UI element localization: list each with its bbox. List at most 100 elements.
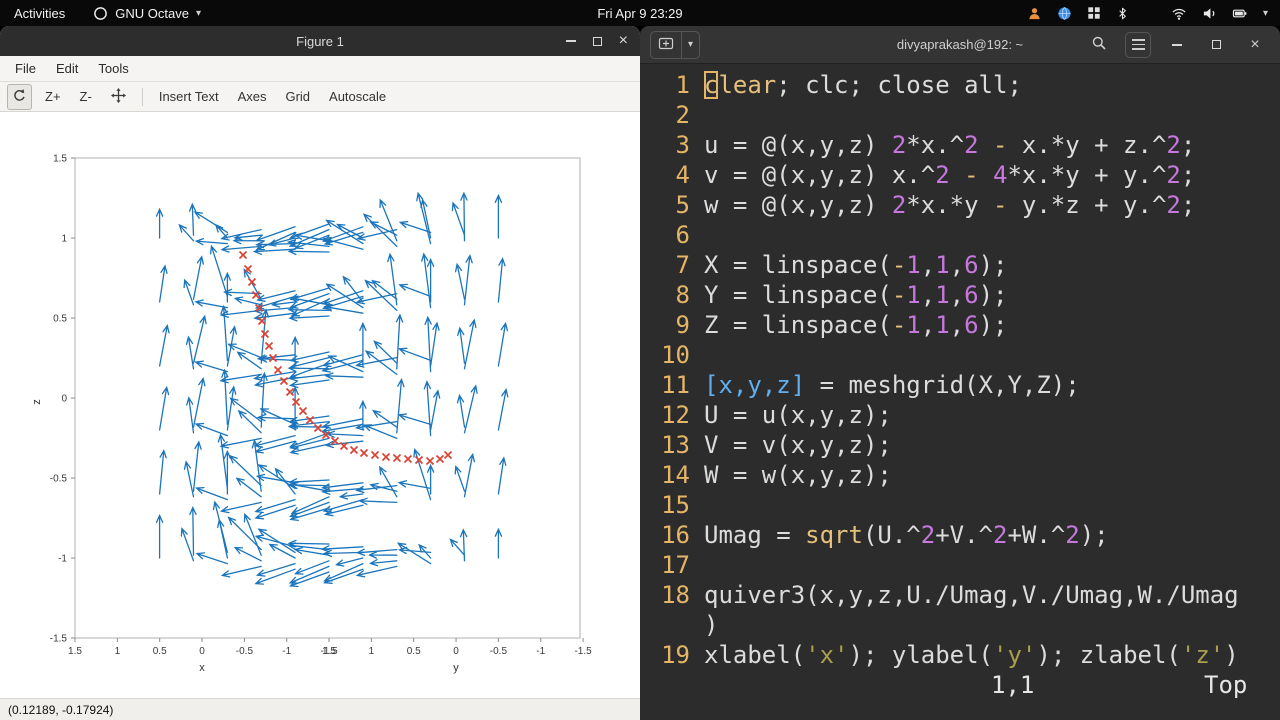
- maximize-button[interactable]: [1203, 32, 1229, 58]
- tick-label: -1.5: [574, 646, 592, 657]
- tab-controls: ▾: [650, 30, 701, 59]
- plot-svg[interactable]: 1.510.50-0.5-1-1.51.5 1 0.5 0 -0.5 -1 -1.51.5 1…: [0, 112, 640, 698]
- tick-label: 1: [115, 646, 121, 657]
- tab-list-chevron-icon[interactable]: ▾: [681, 31, 699, 58]
- octave-app-icon: [93, 6, 108, 21]
- terminal-line: 15: [661, 491, 690, 519]
- quiver-arrows: [155, 191, 509, 588]
- pan-tool-button[interactable]: [105, 85, 132, 109]
- zoom-out-button[interactable]: Z-: [74, 86, 98, 107]
- tick-label: 0.5: [407, 646, 421, 657]
- terminal-line: 18 quiver3(x,y,z,U./Umag,V./Umag,W./Umag: [661, 581, 1239, 609]
- terminal-lines: 1 clear; clc; close all; 2 3 u = @(x,y,z) 2*…: [646, 70, 1280, 670]
- tick-label: -1: [58, 554, 67, 565]
- tick-label: -1: [536, 646, 545, 657]
- rotate-icon: [12, 88, 27, 106]
- tick-label: -0.5: [50, 474, 68, 485]
- terminal-line: 19 xlabel('x'); ylabel('y'); zlabel('z'): [661, 641, 1239, 669]
- window-title: Figure 1: [296, 33, 344, 49]
- tick-label: -0.5: [490, 646, 508, 657]
- tick-label: -1: [282, 646, 291, 657]
- maximize-button[interactable]: [592, 36, 602, 46]
- terminal-line: 2: [675, 101, 690, 129]
- figure-window: Figure 1 × File Edit Tools Z+ Z- Insert …: [0, 26, 640, 720]
- rotate-tool-button[interactable]: [7, 83, 32, 110]
- terminal-line: 13 V = v(x,y,z);: [661, 431, 892, 459]
- menu-file[interactable]: File: [6, 59, 45, 78]
- tick-label: -0.5: [236, 646, 254, 657]
- grid-button[interactable]: Grid: [279, 86, 316, 107]
- search-icon: [1091, 35, 1107, 54]
- activities-button[interactable]: Activities: [14, 6, 65, 21]
- tick-label: 0: [61, 394, 67, 405]
- cursor-position: 1,1: [991, 671, 1035, 699]
- terminal-body[interactable]: 1 clear; clc; close all; 2 3 u = @(x,y,z) 2*…: [640, 64, 1280, 720]
- volume-icon[interactable]: [1202, 6, 1217, 21]
- tick-label: 0.5: [53, 314, 67, 325]
- terminal-line: 14 W = w(x,y,z);: [661, 461, 892, 489]
- z-axis-label: z: [31, 399, 43, 405]
- figure-toolbar: Z+ Z- Insert Text Axes Grid Autoscale: [0, 82, 640, 112]
- bluetooth-icon[interactable]: [1116, 6, 1129, 21]
- search-button[interactable]: [1086, 32, 1112, 58]
- menu-edit[interactable]: Edit: [47, 59, 87, 78]
- hamburger-icon: [1131, 39, 1145, 50]
- minimize-button[interactable]: [1164, 32, 1190, 58]
- terminal-line: 6: [675, 221, 690, 249]
- pan-icon: [110, 87, 126, 106]
- terminal-line: 4v = @(x,y,z) x.^2 - 4*x.*y + y.^2;: [675, 161, 1196, 189]
- battery-icon[interactable]: [1232, 6, 1248, 21]
- clock[interactable]: Fri Apr 9 23:29: [597, 6, 682, 21]
- terminal-line: 3u = @(x,y,z) 2*x.^2 - x.*y + z.^2;: [675, 131, 1196, 159]
- app-grid-icon[interactable]: [1087, 6, 1101, 20]
- scroll-position: Top: [1204, 671, 1248, 699]
- window-title: divyaprakash@192: ~: [896, 37, 1024, 52]
- tick-label: 1.5: [322, 646, 336, 657]
- app-menu[interactable]: GNU Octave ▾: [93, 6, 201, 21]
- tick-label: -1.5: [50, 634, 68, 645]
- terminal-line: 12 U = u(x,y,z);: [661, 401, 892, 429]
- autoscale-button[interactable]: Autoscale: [323, 86, 392, 107]
- tick-label: 1: [61, 234, 67, 245]
- terminal-line: ): [704, 611, 719, 639]
- minimize-button[interactable]: [565, 40, 576, 42]
- terminal-line: 1 clear; clc; close all;: [675, 71, 1022, 99]
- app-menu-label: GNU Octave: [115, 5, 189, 21]
- figure-menubar: File Edit Tools: [0, 56, 640, 82]
- terminal-headerbar[interactable]: ▾ divyaprakash@192: ~ ×: [640, 26, 1280, 64]
- tick-label: 0: [199, 646, 205, 657]
- top-bar: Activities GNU Octave ▾ Fri Apr 9 23:29: [0, 0, 1280, 26]
- close-button[interactable]: ×: [1242, 32, 1268, 58]
- wifi-icon[interactable]: [1171, 6, 1187, 21]
- terminal-line: 16 Umag = sqrt(U.^2+V.^2+W.^2);: [661, 521, 1109, 549]
- tick-label: 0: [453, 646, 459, 657]
- network-globe-icon[interactable]: [1057, 6, 1072, 21]
- zoom-in-button[interactable]: Z+: [39, 86, 67, 107]
- menu-button[interactable]: [1125, 31, 1151, 58]
- vim-ruler: 1,1 Top: [646, 670, 1280, 700]
- terminal-line: 5w = @(x,y,z) 2*x.*y - y.*z + y.^2;: [675, 191, 1196, 219]
- tick-label: 1.5: [68, 646, 82, 657]
- new-tab-icon: [658, 35, 674, 54]
- user-indicator-icon[interactable]: [1027, 6, 1042, 21]
- menu-tools[interactable]: Tools: [89, 59, 137, 78]
- tick-label: 0.5: [153, 646, 167, 657]
- new-tab-button[interactable]: [651, 32, 681, 58]
- y-axis-label: y: [453, 662, 459, 674]
- terminal-line: 8Y = linspace(-1,1,6);: [675, 281, 1008, 309]
- terminal-line: 10: [661, 341, 690, 369]
- tick-label: 1.5: [53, 154, 67, 165]
- terminal-line: 9Z = linspace(-1,1,6);: [675, 311, 1008, 339]
- figure-titlebar[interactable]: Figure 1 ×: [0, 26, 640, 56]
- tick-label: 1: [369, 646, 375, 657]
- terminal-line: 11 [x,y,z] = meshgrid(X,Y,Z);: [661, 371, 1080, 399]
- x-axis-label: x: [199, 662, 205, 674]
- close-button[interactable]: ×: [619, 33, 628, 49]
- figure-statusbar: (0.12189, -0.17924): [0, 698, 640, 720]
- insert-text-button[interactable]: Insert Text: [153, 86, 225, 107]
- chevron-down-icon: ▾: [195, 7, 202, 19]
- terminal-line: 17: [661, 551, 690, 579]
- toolbar-separator: [141, 87, 143, 106]
- axes-button[interactable]: Axes: [232, 86, 273, 107]
- system-menu-chevron-icon[interactable]: ▾: [1263, 8, 1268, 19]
